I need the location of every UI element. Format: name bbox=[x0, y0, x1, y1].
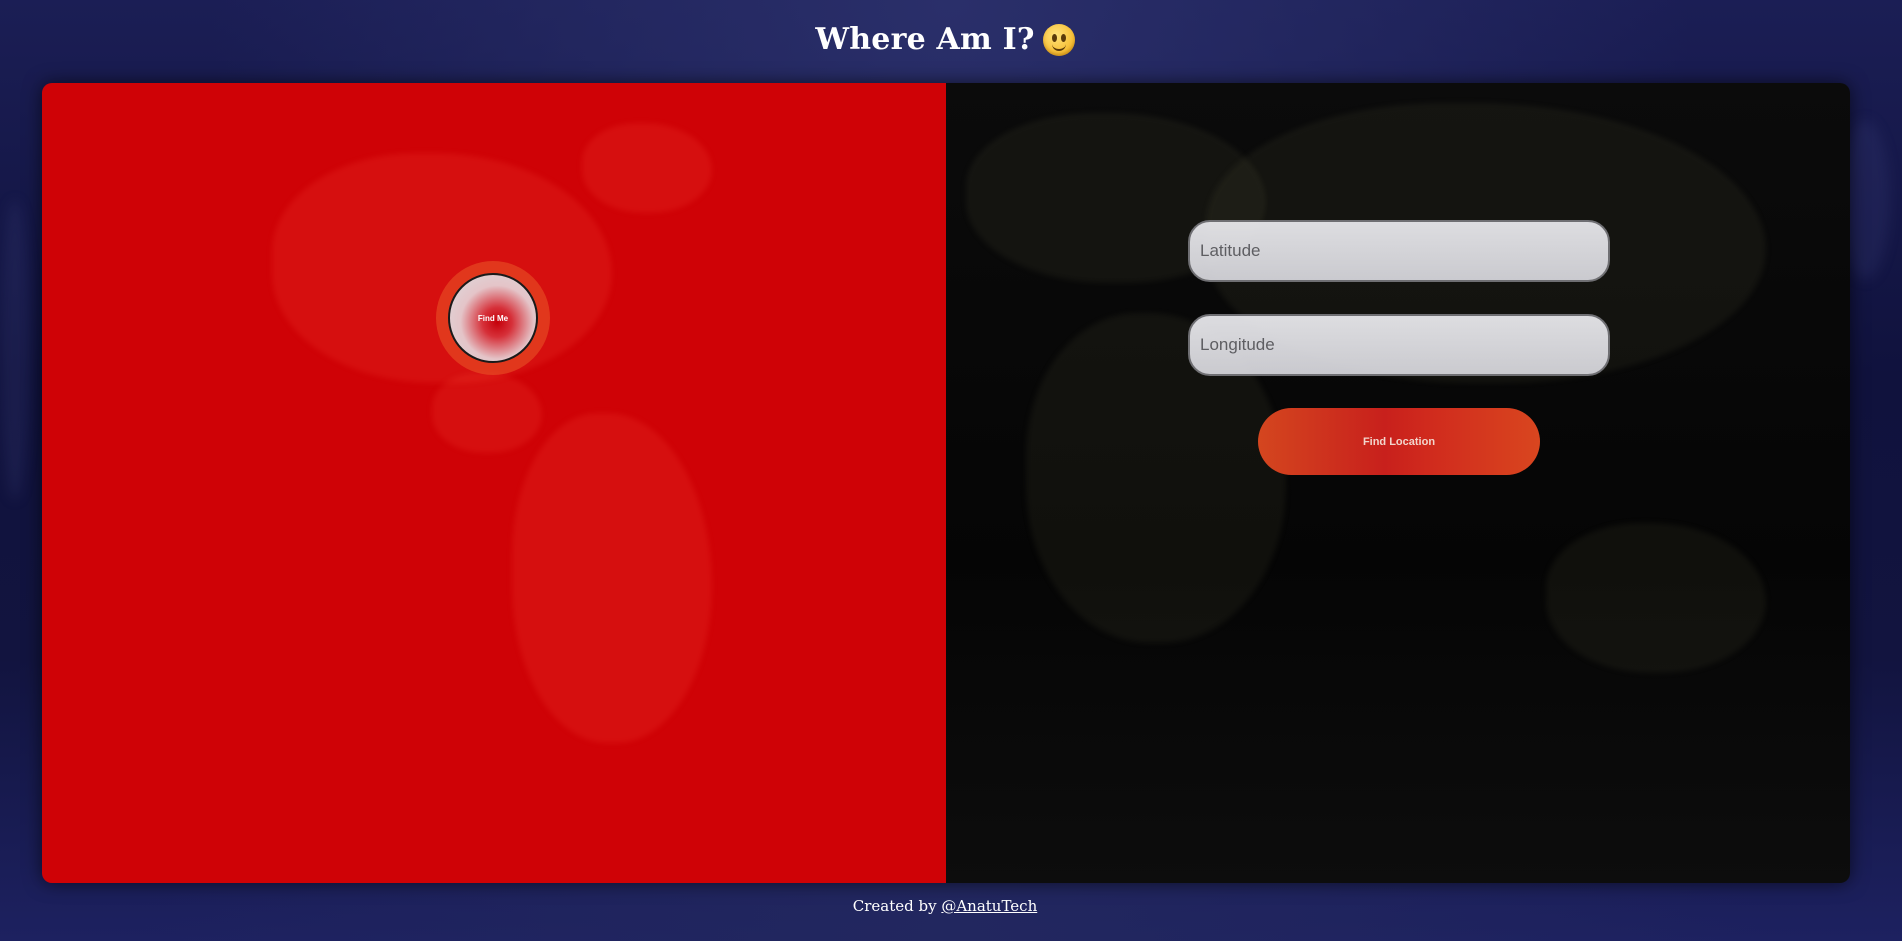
footer: Created by @AnatuTech bbox=[0, 897, 1890, 915]
form-panel: Find Location bbox=[946, 83, 1850, 883]
page-title: Where Am I? bbox=[0, 22, 1890, 57]
map-land-north-america bbox=[272, 153, 612, 383]
coordinates-form: Find Location bbox=[1188, 220, 1610, 475]
longitude-input[interactable] bbox=[1188, 314, 1610, 376]
map-land-greenland bbox=[582, 123, 712, 213]
background-map-edge bbox=[0, 200, 30, 500]
map-land-central-america bbox=[432, 373, 542, 453]
footer-prefix: Created by bbox=[852, 897, 942, 915]
latitude-input[interactable] bbox=[1188, 220, 1610, 282]
smiling-face-icon bbox=[1042, 23, 1075, 56]
find-me-ring: Find Me bbox=[436, 261, 550, 375]
author-link[interactable]: @AnatuTech bbox=[941, 897, 1037, 915]
map-land-south-america bbox=[512, 413, 712, 743]
find-location-button[interactable]: Find Location bbox=[1258, 408, 1540, 475]
page-title-text: Where Am I? bbox=[815, 22, 1035, 57]
map-land-australia bbox=[1546, 523, 1766, 673]
find-me-button[interactable]: Find Me bbox=[448, 273, 538, 363]
app-card: Find Me Find Location bbox=[42, 83, 1850, 883]
map-panel: Find Me bbox=[42, 83, 946, 883]
